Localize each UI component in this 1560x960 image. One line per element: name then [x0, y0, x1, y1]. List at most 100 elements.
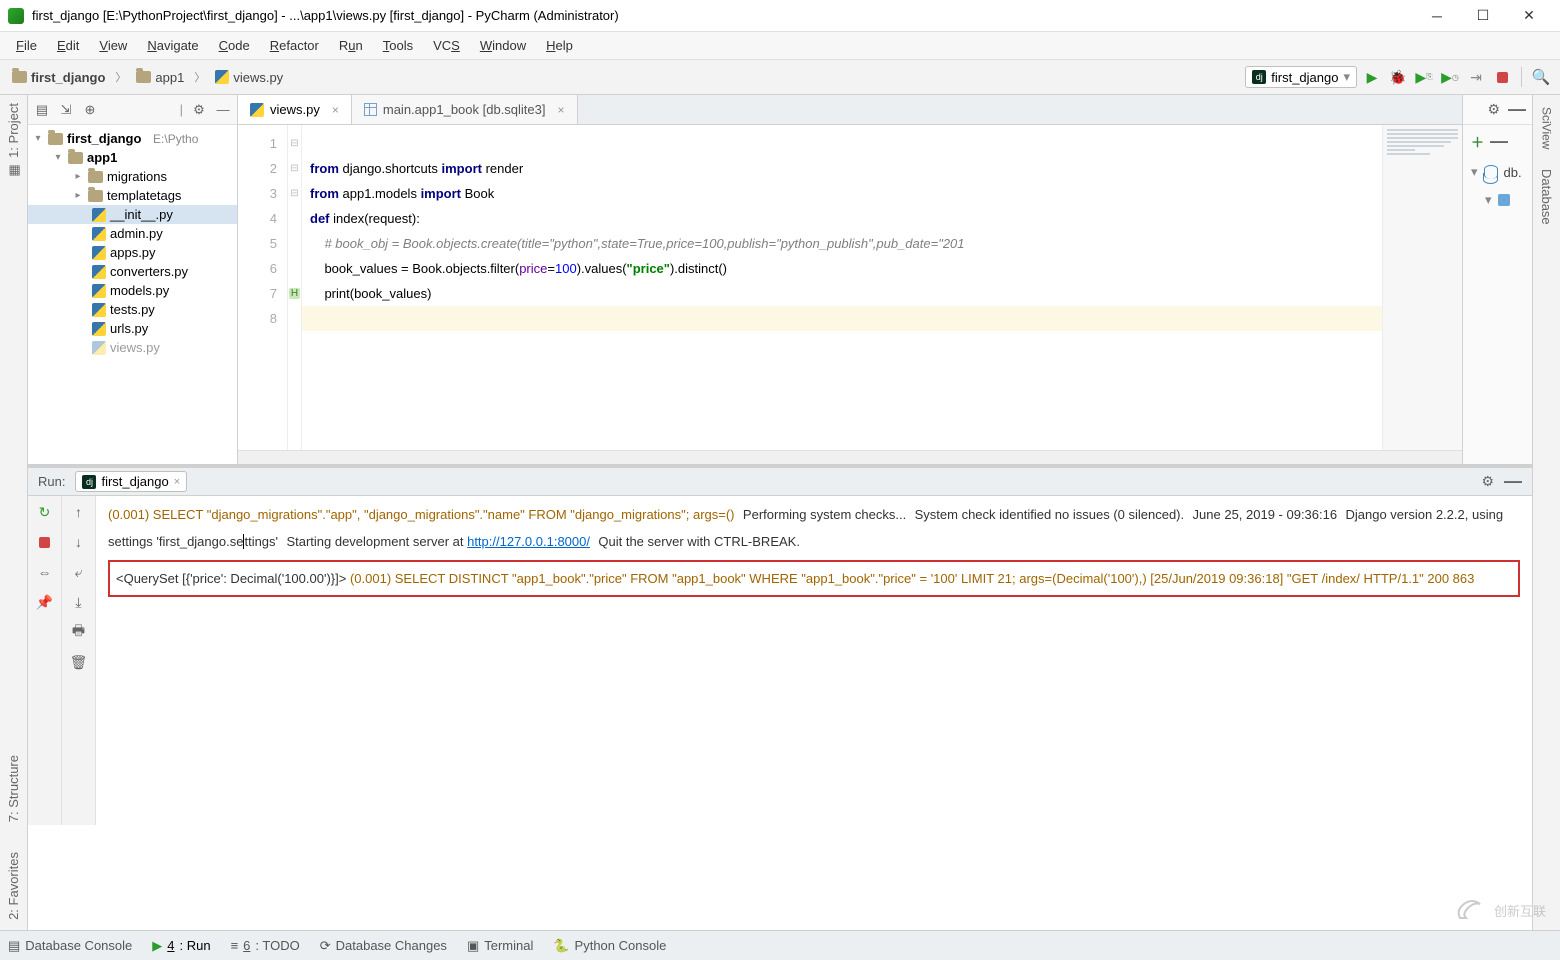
editor-tab-views[interactable]: views.py×	[238, 95, 352, 124]
django-icon: dj	[82, 475, 96, 489]
project-panel-header: ▤ ⇲ ⊕ | ⚙ —	[28, 95, 237, 125]
python-file-icon	[215, 70, 229, 84]
gear-icon[interactable]: ⚙	[1481, 473, 1494, 490]
status-db-changes[interactable]: ⟳ Database Changes	[320, 938, 447, 954]
right-tool-strip: SciView Database	[1532, 95, 1560, 930]
stop-button[interactable]	[1491, 66, 1513, 88]
run-button[interactable]: ▶	[1361, 66, 1383, 88]
close-button[interactable]: ✕	[1506, 0, 1552, 32]
minimap[interactable]	[1382, 125, 1462, 450]
project-tree[interactable]: ▾first_django E:\Pytho ▾app1 ▸migrations…	[28, 125, 237, 464]
console-line: [25/Jun/2019 09:36:18] "GET /index/ HTTP…	[1150, 571, 1474, 586]
menu-view[interactable]: View	[91, 34, 135, 57]
menu-run[interactable]: Run	[331, 34, 371, 57]
sciview-tool-button[interactable]: SciView	[1540, 103, 1554, 149]
run-config-selector[interactable]: dj first_django ▾	[1245, 66, 1357, 88]
close-icon[interactable]: ×	[558, 103, 565, 117]
tree-file-views[interactable]: views.py	[28, 338, 237, 357]
menu-tools[interactable]: Tools	[375, 34, 421, 57]
close-icon[interactable]: ×	[174, 476, 180, 488]
status-db-console[interactable]: ▤ Database Console	[8, 938, 132, 954]
status-terminal[interactable]: ▣ Terminal	[467, 938, 533, 954]
status-run[interactable]: ▶ 4: Run	[152, 938, 210, 954]
maximize-button[interactable]: ☐	[1460, 0, 1506, 32]
console-line: <QuerySet [{'price': Decimal('100.00')}]…	[116, 571, 346, 586]
code-area[interactable]: from django.shortcuts import render from…	[302, 125, 1382, 450]
clear-button[interactable]: 🗑	[68, 652, 90, 672]
breadcrumb-app1[interactable]: app1	[132, 68, 188, 87]
menu-file[interactable]: File	[8, 34, 45, 57]
select-opened-file-icon[interactable]: ⇲	[58, 102, 74, 118]
django-icon: dj	[1252, 70, 1266, 84]
project-tool-button[interactable]: ▦1: Project	[6, 103, 21, 174]
horizontal-scrollbar[interactable]	[238, 450, 1462, 464]
folder-icon	[12, 71, 27, 83]
console-line: (0.001) SELECT "django_migrations"."app"…	[108, 507, 735, 522]
code-editor[interactable]: 12345678 ⊟⊟⊟H from django.shortcuts impo…	[238, 125, 1462, 450]
close-icon[interactable]: ×	[332, 103, 339, 117]
tree-templatetags[interactable]: ▸templatetags	[28, 186, 237, 205]
status-python-console[interactable]: 🐍 Python Console	[553, 938, 666, 954]
favorites-tool-button[interactable]: 2: Favorites	[6, 852, 21, 920]
run-tab[interactable]: djfirst_django×	[75, 471, 187, 492]
console-output[interactable]: (0.001) SELECT "django_migrations"."app"…	[96, 496, 1532, 825]
tree-file-admin[interactable]: admin.py	[28, 224, 237, 243]
down-stack-button[interactable]: ↓	[68, 532, 90, 552]
database-tool-button[interactable]: Database	[1539, 169, 1554, 225]
structure-tool-button[interactable]: 7: Structure	[6, 755, 21, 822]
run-toolbar-1: ↻ ⇔ 📌	[28, 496, 62, 825]
tree-file-init[interactable]: __init__.py	[28, 205, 237, 224]
hide-icon[interactable]: —	[215, 102, 231, 118]
run-label: Run:	[38, 474, 65, 489]
scroll-end-button[interactable]: ⤓	[68, 592, 90, 612]
window-title: first_django [E:\PythonProject\first_dja…	[32, 8, 1414, 23]
python-file-icon	[250, 103, 264, 117]
tree-file-apps[interactable]: apps.py	[28, 243, 237, 262]
minimize-button[interactable]: ─	[1414, 0, 1460, 32]
stop-button[interactable]	[34, 532, 56, 552]
breadcrumb-root[interactable]: first_django	[8, 68, 109, 87]
fold-gutter[interactable]: ⊟⊟⊟H	[288, 125, 302, 450]
db-sub-item[interactable]: ▾	[1463, 186, 1532, 214]
up-stack-button[interactable]: ↑	[68, 502, 90, 522]
scroll-from-source-icon[interactable]: ⊕	[82, 102, 98, 118]
menu-navigate[interactable]: Navigate	[139, 34, 206, 57]
tree-root[interactable]: ▾first_django E:\Pytho	[28, 129, 237, 148]
db-add-row[interactable]: ＋—	[1463, 125, 1532, 158]
menu-window[interactable]: Window	[472, 34, 534, 57]
debug-button[interactable]: 🐞	[1387, 66, 1409, 88]
run-coverage-button[interactable]: ▶⎘	[1413, 66, 1435, 88]
menu-vcs[interactable]: VCS	[425, 34, 468, 57]
layout-button[interactable]: ⇔	[34, 562, 56, 582]
tree-file-urls[interactable]: urls.py	[28, 319, 237, 338]
tree-file-models[interactable]: models.py	[28, 281, 237, 300]
rerun-button[interactable]: ↻	[34, 502, 56, 522]
hide-icon[interactable]: —	[1504, 471, 1522, 492]
breadcrumb-file[interactable]: views.py	[211, 68, 287, 87]
tree-file-tests[interactable]: tests.py	[28, 300, 237, 319]
attach-button[interactable]: ⇥	[1465, 66, 1487, 88]
menu-refactor[interactable]: Refactor	[262, 34, 327, 57]
pin-button[interactable]: 📌	[34, 592, 56, 612]
menu-help[interactable]: Help	[538, 34, 581, 57]
menu-edit[interactable]: Edit	[49, 34, 87, 57]
soft-wrap-button[interactable]: ⤶	[68, 562, 90, 582]
tree-migrations[interactable]: ▸migrations	[28, 167, 237, 186]
project-view-icon[interactable]: ▤	[34, 102, 50, 118]
title-bar: first_django [E:\PythonProject\first_dja…	[0, 0, 1560, 32]
db-item[interactable]: ▾db.	[1463, 158, 1532, 186]
tree-file-converters[interactable]: converters.py	[28, 262, 237, 281]
gear-icon[interactable]: ⚙	[1487, 101, 1500, 118]
profile-button[interactable]: ▶◷	[1439, 66, 1461, 88]
settings-icon[interactable]: ⚙	[191, 102, 207, 118]
server-link[interactable]: http://127.0.0.1:8000/	[467, 534, 590, 549]
print-button[interactable]: 🖶	[68, 622, 90, 642]
search-everywhere-button[interactable]: 🔍	[1530, 66, 1552, 88]
project-panel: ▤ ⇲ ⊕ | ⚙ — ▾first_django E:\Pytho ▾app1…	[28, 95, 238, 464]
run-header: Run: djfirst_django× ⚙ —	[28, 468, 1532, 496]
editor-tab-dbtable[interactable]: main.app1_book [db.sqlite3]×	[352, 95, 578, 124]
status-todo[interactable]: ≡ 6: TODO	[231, 938, 300, 953]
menu-code[interactable]: Code	[211, 34, 258, 57]
tree-app1[interactable]: ▾app1	[28, 148, 237, 167]
hide-icon[interactable]: —	[1508, 99, 1526, 120]
